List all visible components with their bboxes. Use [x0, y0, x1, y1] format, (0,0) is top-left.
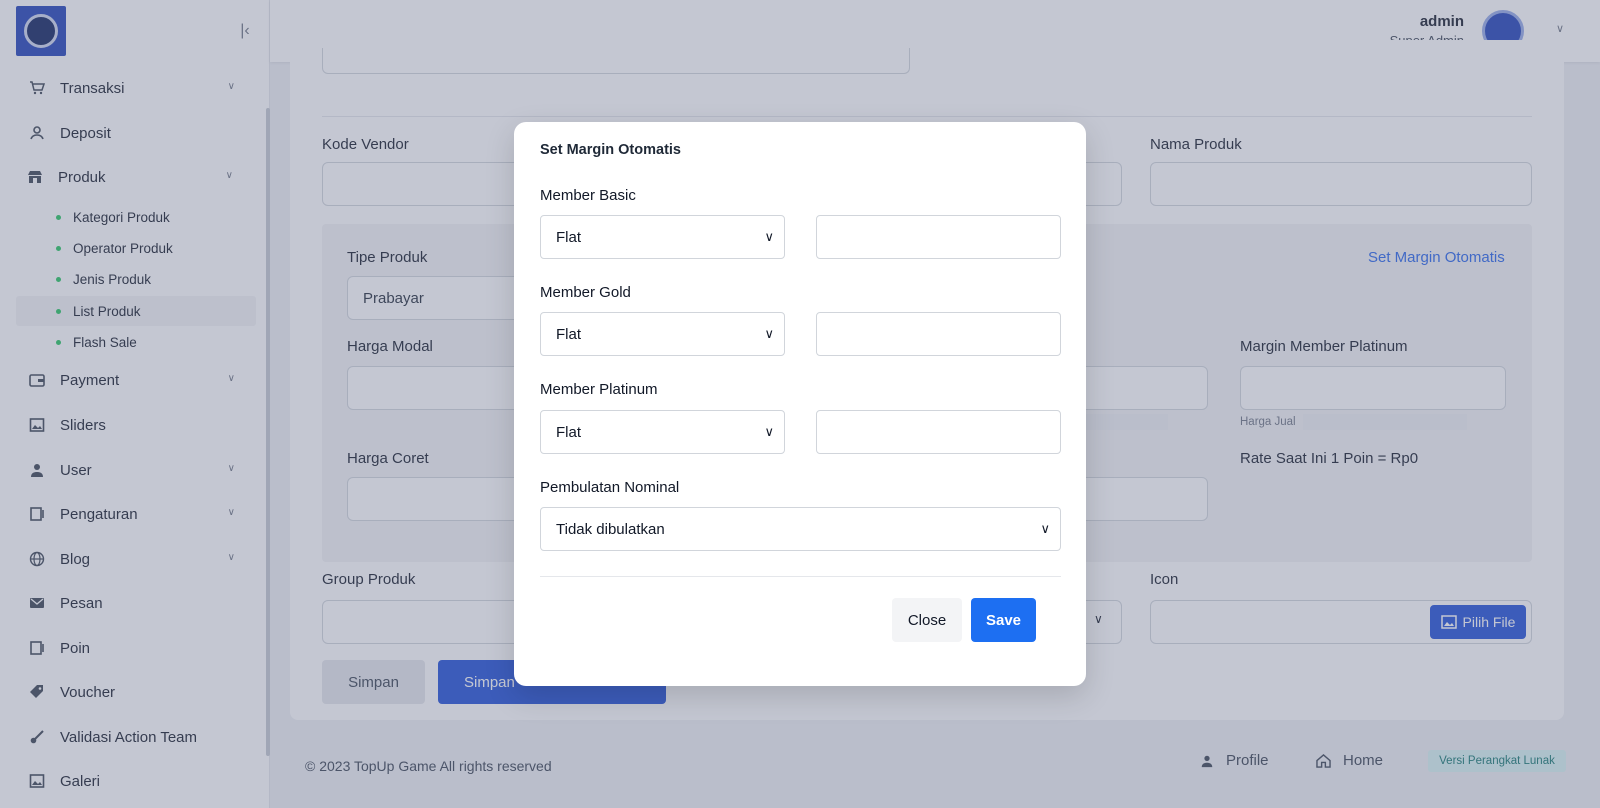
set-margin-modal: Set Margin Otomatis Member Basic Flat ∨ … — [514, 122, 1086, 686]
chevron-down-icon: ∨ — [764, 229, 774, 244]
member-gold-type-select[interactable]: Flat ∨ — [540, 312, 785, 356]
chevron-down-icon: ∨ — [1040, 521, 1050, 536]
chevron-down-icon: ∨ — [764, 326, 774, 341]
member-platinum-value-input[interactable] — [816, 410, 1061, 454]
pembulatan-label: Pembulatan Nominal — [540, 479, 680, 496]
select-value: Flat — [556, 228, 582, 246]
select-value: Flat — [556, 325, 582, 343]
member-basic-type-select[interactable]: Flat ∨ — [540, 215, 785, 259]
chevron-down-icon: ∨ — [764, 424, 774, 439]
member-basic-value-input[interactable] — [816, 215, 1061, 259]
member-platinum-type-select[interactable]: Flat ∨ — [540, 410, 785, 454]
pembulatan-select[interactable]: Tidak dibulatkan ∨ — [540, 507, 1061, 551]
close-button[interactable]: Close — [892, 598, 962, 642]
member-platinum-label: Member Platinum — [540, 381, 658, 398]
select-value: Tidak dibulatkan — [556, 520, 665, 538]
modal-divider — [540, 576, 1061, 577]
save-button[interactable]: Save — [971, 598, 1036, 642]
member-gold-label: Member Gold — [540, 284, 631, 301]
modal-title: Set Margin Otomatis — [540, 142, 681, 158]
member-gold-value-input[interactable] — [816, 312, 1061, 356]
member-basic-label: Member Basic — [540, 187, 636, 204]
select-value: Flat — [556, 423, 582, 441]
